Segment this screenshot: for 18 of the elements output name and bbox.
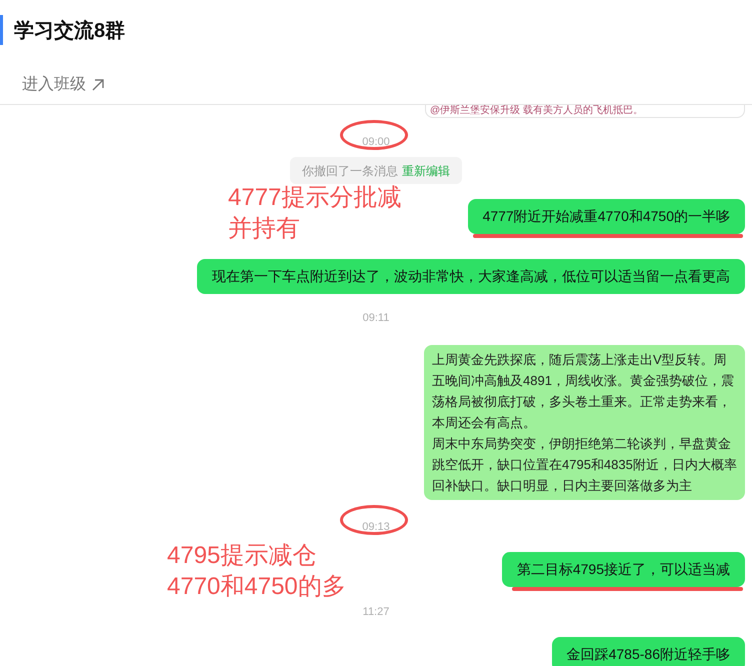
- message-bubble: 第二目标4795接近了，可以适当减: [502, 552, 745, 587]
- message-paragraph: 周末中东局势突变，伊朗拒绝第二轮谈判，早盘黄金跳空低开，缺口位置在4795和4835附近，日内大概率回补缺口。缺口明显，日内主要回落做多为主: [432, 435, 737, 495]
- message-bubble: 现在第一下车点附近到达了，波动非常快，大家逢高减，低位可以适当留一点看更高: [197, 259, 745, 294]
- message-bubble: 4777附近开始减重4770和4750的一半哆: [468, 199, 745, 234]
- timestamp: 09:11: [362, 311, 390, 326]
- annotation-note: 4795提示减仓 4770和4750的多: [167, 541, 346, 602]
- timestamp: 09:13: [362, 520, 390, 535]
- timestamp: 11:27: [362, 605, 390, 620]
- re-edit-link[interactable]: 重新编辑: [402, 162, 450, 180]
- annotation-note: 4777提示分批减 并持有: [228, 183, 402, 244]
- avatar-edge: [0, 15, 3, 45]
- arrow-icon: [92, 79, 104, 91]
- recall-notice: 你撤回了一条消息: [302, 162, 398, 180]
- message-bubble: 金回踩4785-86附近轻手哆: [552, 637, 745, 666]
- enter-class-link[interactable]: 进入班级: [22, 73, 104, 97]
- message-paragraph: 上周黄金先跌探底，随后震荡上涨走出V型反转。周五晚间冲高触及4891，周线收涨。黄金强势破位，震荡格局被彻底打破，多头卷土重来。正常走势来看，本周还会有高点。: [432, 351, 735, 432]
- timestamp: 09:00: [362, 135, 390, 150]
- chat-title: 学习交流8群: [14, 18, 126, 44]
